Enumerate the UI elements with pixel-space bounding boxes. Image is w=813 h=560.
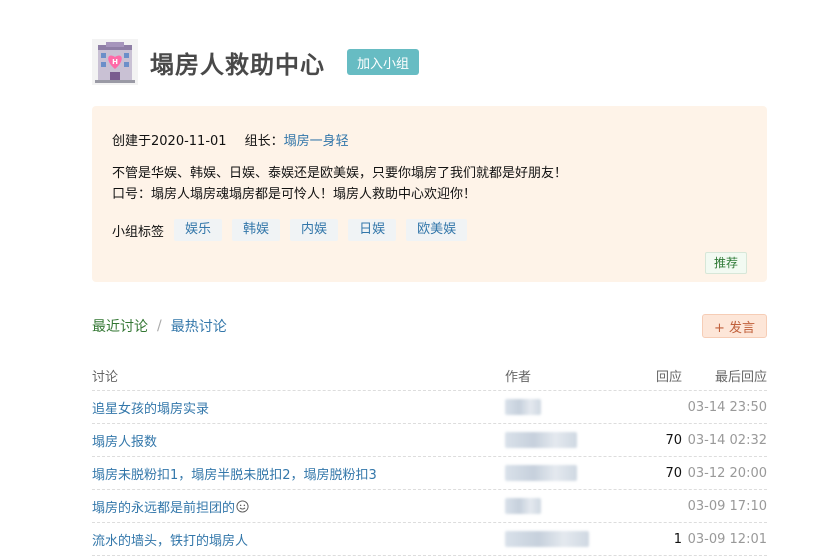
table-row: 流水的墙头，铁打的塌房人 1 03-09 12:01 <box>92 523 767 556</box>
tag-went[interactable]: 欧美娱 <box>406 219 468 241</box>
tab-hot[interactable]: 最热讨论 <box>171 316 227 336</box>
header-topic: 讨论 <box>92 369 119 385</box>
table-row: 追星女孩的塌房实录 03-14 23:50 <box>92 391 767 424</box>
table-row: 塌房人报数 70 03-14 02:32 <box>92 424 767 457</box>
table-row: 塌房的永远都是前担团的 03-09 17:10 <box>92 490 767 523</box>
last-reply-time: 03-09 12:01 <box>687 531 767 547</box>
reply-count: 1 <box>673 531 682 547</box>
tag-kent[interactable]: 韩娱 <box>232 219 281 241</box>
group-meta: 创建于2020-11-01 组长：塌房一身轻 <box>112 130 349 149</box>
join-group-button[interactable]: 加入小组 <box>347 49 420 75</box>
author-avatar-blurred[interactable] <box>505 498 541 514</box>
author-avatar-blurred[interactable] <box>505 432 577 448</box>
group-tags: 小组标签 娱乐 韩娱 内娱 日娱 欧美娱 <box>112 219 468 241</box>
building-heart-icon: H <box>92 39 138 85</box>
tag-cent[interactable]: 内娱 <box>290 219 339 241</box>
tags-label: 小组标签 <box>112 224 165 240</box>
description-line: 口号：塌房人塌房魂塌房都是可怜人！塌房人救助中心欢迎你！ <box>112 187 477 202</box>
last-reply-time: 03-12 20:00 <box>687 465 767 481</box>
topic-link[interactable]: 塌房未脱粉扣1，塌房半脱未脱扣2，塌房脱粉扣3 <box>92 464 377 483</box>
topic-link[interactable]: 流水的墙头，铁打的塌房人 <box>92 530 248 549</box>
tab-divider: / <box>157 318 162 334</box>
tag-jent[interactable]: 日娱 <box>348 219 397 241</box>
group-description: 不管是华娱、韩娱、日娱、泰娱还是欧美娱，只要你塌房了我们就都是好朋友！ 口号：塌… <box>112 163 567 205</box>
post-button[interactable]: + 发言 <box>702 314 767 338</box>
reply-count: 70 <box>665 432 682 448</box>
last-reply-time: 03-14 02:32 <box>687 432 767 448</box>
page-title: 塌房人救助中心 <box>150 50 325 79</box>
recommend-button[interactable]: 推荐 <box>704 252 747 274</box>
topic-link[interactable]: 追星女孩的塌房实录 <box>92 398 209 417</box>
topic-link[interactable]: 塌房的永远都是前担团的 <box>92 497 235 516</box>
group-info-panel: 创建于2020-11-01 组长：塌房一身轻 不管是华娱、韩娱、日娱、泰娱还是欧美… <box>92 106 767 282</box>
reply-count: 70 <box>665 465 682 481</box>
header-last-reply: 最后回应 <box>714 369 767 385</box>
author-avatar-blurred[interactable] <box>505 399 541 415</box>
author-avatar-blurred[interactable] <box>505 465 577 481</box>
description-line: 不管是华娱、韩娱、日娱、泰娱还是欧美娱，只要你塌房了我们就都是好朋友！ <box>112 166 568 181</box>
discussion-tabs: 最近讨论 / 最热讨论 <box>92 316 227 336</box>
table-header: 讨论 作者 回应 最后回应 <box>92 360 767 391</box>
smile-face-icon <box>236 499 249 513</box>
topic-link[interactable]: 塌房人报数 <box>92 431 157 450</box>
author-avatar-blurred[interactable] <box>505 531 589 547</box>
group-header: H 塌房人救助中心 加入小组 <box>92 38 420 86</box>
group-page: H 塌房人救助中心 加入小组 创建于2020-11-01 组长：塌房一身轻 不管是… <box>0 0 813 560</box>
last-reply-time: 03-14 23:50 <box>687 399 767 415</box>
tab-recent[interactable]: 最近讨论 <box>92 316 148 336</box>
last-reply-time: 03-09 17:10 <box>687 498 767 514</box>
header-replies: 回应 <box>655 369 682 385</box>
leader-label: 组长： <box>244 134 284 149</box>
leader-link[interactable]: 塌房一身轻 <box>284 134 349 149</box>
created-date: 创建于2020-11-01 <box>112 134 227 149</box>
table-row: 塌房未脱粉扣1，塌房半脱未脱扣2，塌房脱粉扣3 70 03-12 20:00 <box>92 457 767 490</box>
svg-text:H: H <box>112 58 118 66</box>
tag-ent[interactable]: 娱乐 <box>174 219 223 241</box>
header-author: 作者 <box>505 369 532 385</box>
discussion-table: 讨论 作者 回应 最后回应 追星女孩的塌房实录 03-14 23:50 塌房人报… <box>92 360 767 556</box>
